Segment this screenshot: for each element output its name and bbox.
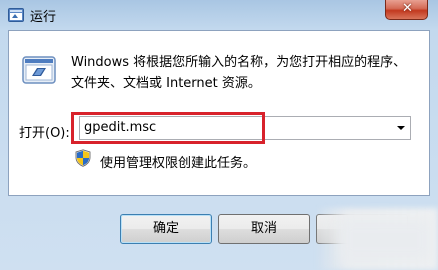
dialog-content: Windows 将根据您所输入的名称，为您打开相应的程序、 文件夹、文档或 In… — [8, 30, 430, 196]
open-label: 打开(O): — [19, 126, 70, 141]
shield-icon — [75, 149, 91, 167]
command-combobox[interactable] — [79, 116, 411, 140]
run-icon — [22, 56, 56, 84]
admin-note: 使用管理权限创建此任务。 — [100, 156, 257, 171]
close-button[interactable]: ✕ — [385, 0, 428, 20]
chevron-down-icon[interactable] — [392, 117, 410, 139]
title-bar: 运行 ✕ — [0, 0, 438, 30]
ok-button[interactable]: 确定 — [120, 214, 212, 244]
cancel-button[interactable]: 取消 — [218, 214, 310, 244]
command-input[interactable] — [84, 117, 384, 139]
description-line-1: Windows 将根据您所输入的名称，为您打开相应的程序、 — [71, 55, 407, 70]
blurred-region-inner — [340, 220, 430, 260]
run-app-icon — [8, 8, 24, 22]
description-line-2: 文件夹、文档或 Internet 资源。 — [71, 76, 261, 91]
close-icon: ✕ — [402, 1, 413, 16]
description-text: Windows 将根据您所输入的名称，为您打开相应的程序、 文件夹、文档或 In… — [71, 52, 416, 94]
window-title: 运行 — [30, 10, 57, 25]
